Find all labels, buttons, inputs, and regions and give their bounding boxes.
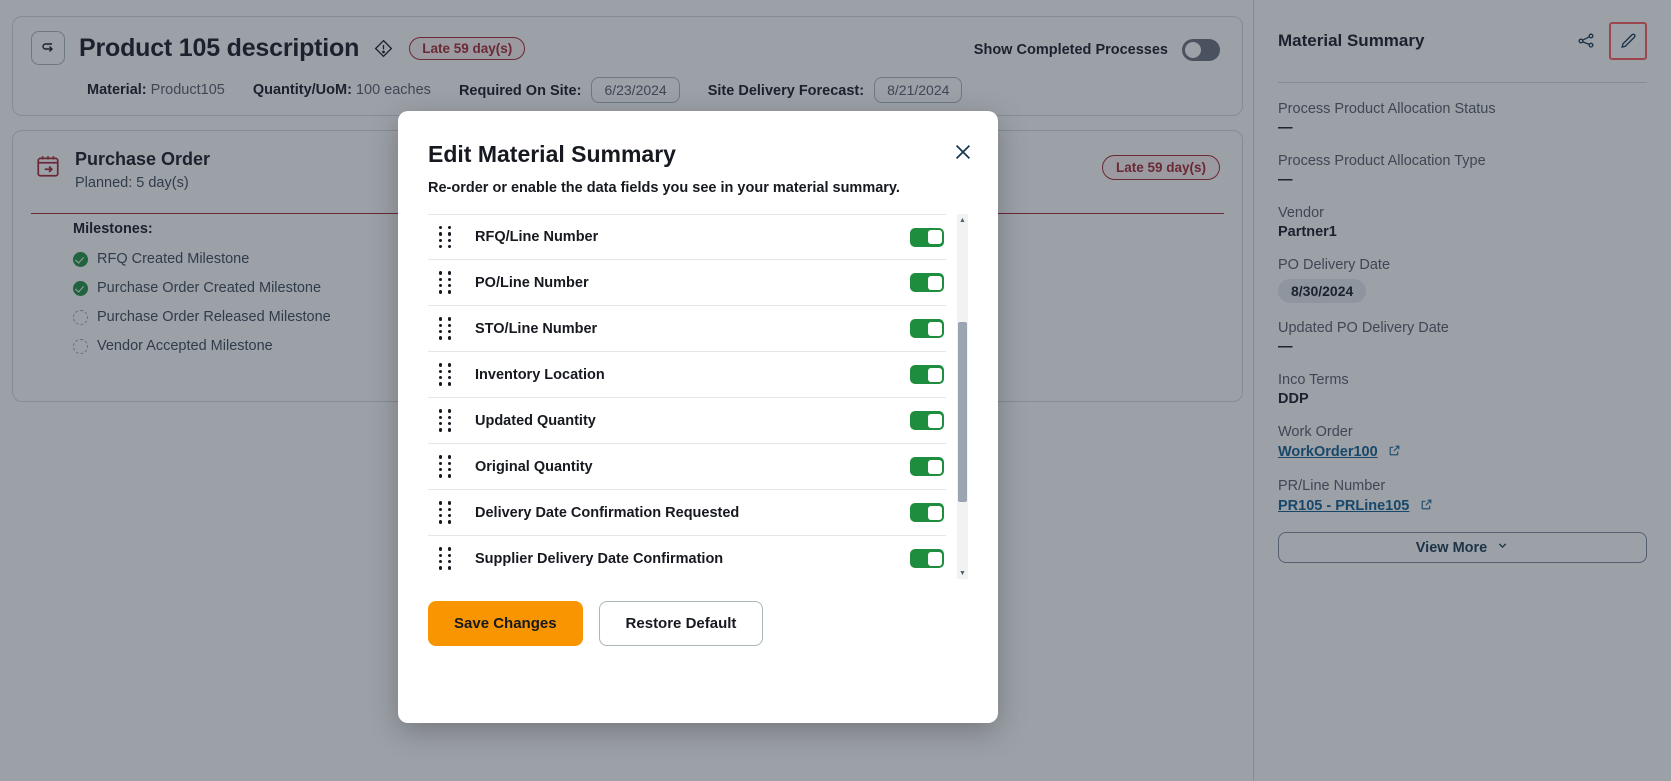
list-item[interactable]: RFQ/Line Number — [428, 214, 946, 260]
field-list-wrapper: RFQ/Line Number PO/Line Number STO/Line … — [428, 214, 968, 579]
modal-title: Edit Material Summary — [428, 141, 968, 168]
list-item-label: Supplier Delivery Date Confirmation — [475, 551, 910, 567]
list-item-toggle[interactable] — [910, 273, 944, 292]
list-item[interactable]: Original Quantity — [428, 444, 946, 490]
app-root: Product 105 description Late 59 day(s) S… — [0, 0, 1671, 781]
drag-handle-icon[interactable] — [439, 409, 465, 432]
scroll-up-arrow-icon[interactable]: ▲ — [957, 214, 968, 226]
list-item-toggle[interactable] — [910, 319, 944, 338]
list-item-toggle[interactable] — [910, 228, 944, 247]
save-changes-button[interactable]: Save Changes — [428, 601, 583, 646]
list-item-label: Original Quantity — [475, 459, 910, 475]
list-item-label: Updated Quantity — [475, 413, 910, 429]
drag-handle-icon[interactable] — [439, 363, 465, 386]
list-item-label: Inventory Location — [475, 367, 910, 383]
list-item-label: STO/Line Number — [475, 321, 910, 337]
list-item-toggle[interactable] — [910, 549, 944, 568]
drag-handle-icon[interactable] — [439, 547, 465, 570]
modal-actions: Save Changes Restore Default — [428, 601, 968, 646]
list-item-toggle[interactable] — [910, 365, 944, 384]
list-item[interactable]: Supplier Delivery Date Confirmation — [428, 536, 946, 579]
scroll-down-arrow-icon[interactable]: ▼ — [957, 567, 968, 579]
edit-material-summary-modal: Edit Material Summary Re-order or enable… — [398, 111, 998, 723]
list-scrollbar[interactable]: ▲ ▼ — [957, 214, 968, 579]
drag-handle-icon[interactable] — [439, 501, 465, 524]
list-item[interactable]: Updated Quantity — [428, 398, 946, 444]
list-item-toggle[interactable] — [910, 411, 944, 430]
list-item[interactable]: Inventory Location — [428, 352, 946, 398]
field-list[interactable]: RFQ/Line Number PO/Line Number STO/Line … — [428, 214, 968, 579]
scrollbar-thumb[interactable] — [958, 322, 967, 502]
restore-default-button[interactable]: Restore Default — [599, 601, 764, 646]
close-icon[interactable] — [950, 139, 976, 165]
list-item-toggle[interactable] — [910, 457, 944, 476]
drag-handle-icon[interactable] — [439, 226, 465, 249]
drag-handle-icon[interactable] — [439, 271, 465, 294]
list-item-toggle[interactable] — [910, 503, 944, 522]
drag-handle-icon[interactable] — [439, 317, 465, 340]
modal-subtitle: Re-order or enable the data fields you s… — [428, 180, 968, 196]
list-item-label: PO/Line Number — [475, 275, 910, 291]
list-item-label: RFQ/Line Number — [475, 229, 910, 245]
list-item[interactable]: PO/Line Number — [428, 260, 946, 306]
list-item-label: Delivery Date Confirmation Requested — [475, 505, 910, 521]
drag-handle-icon[interactable] — [439, 455, 465, 478]
list-item[interactable]: Delivery Date Confirmation Requested — [428, 490, 946, 536]
list-item[interactable]: STO/Line Number — [428, 306, 946, 352]
